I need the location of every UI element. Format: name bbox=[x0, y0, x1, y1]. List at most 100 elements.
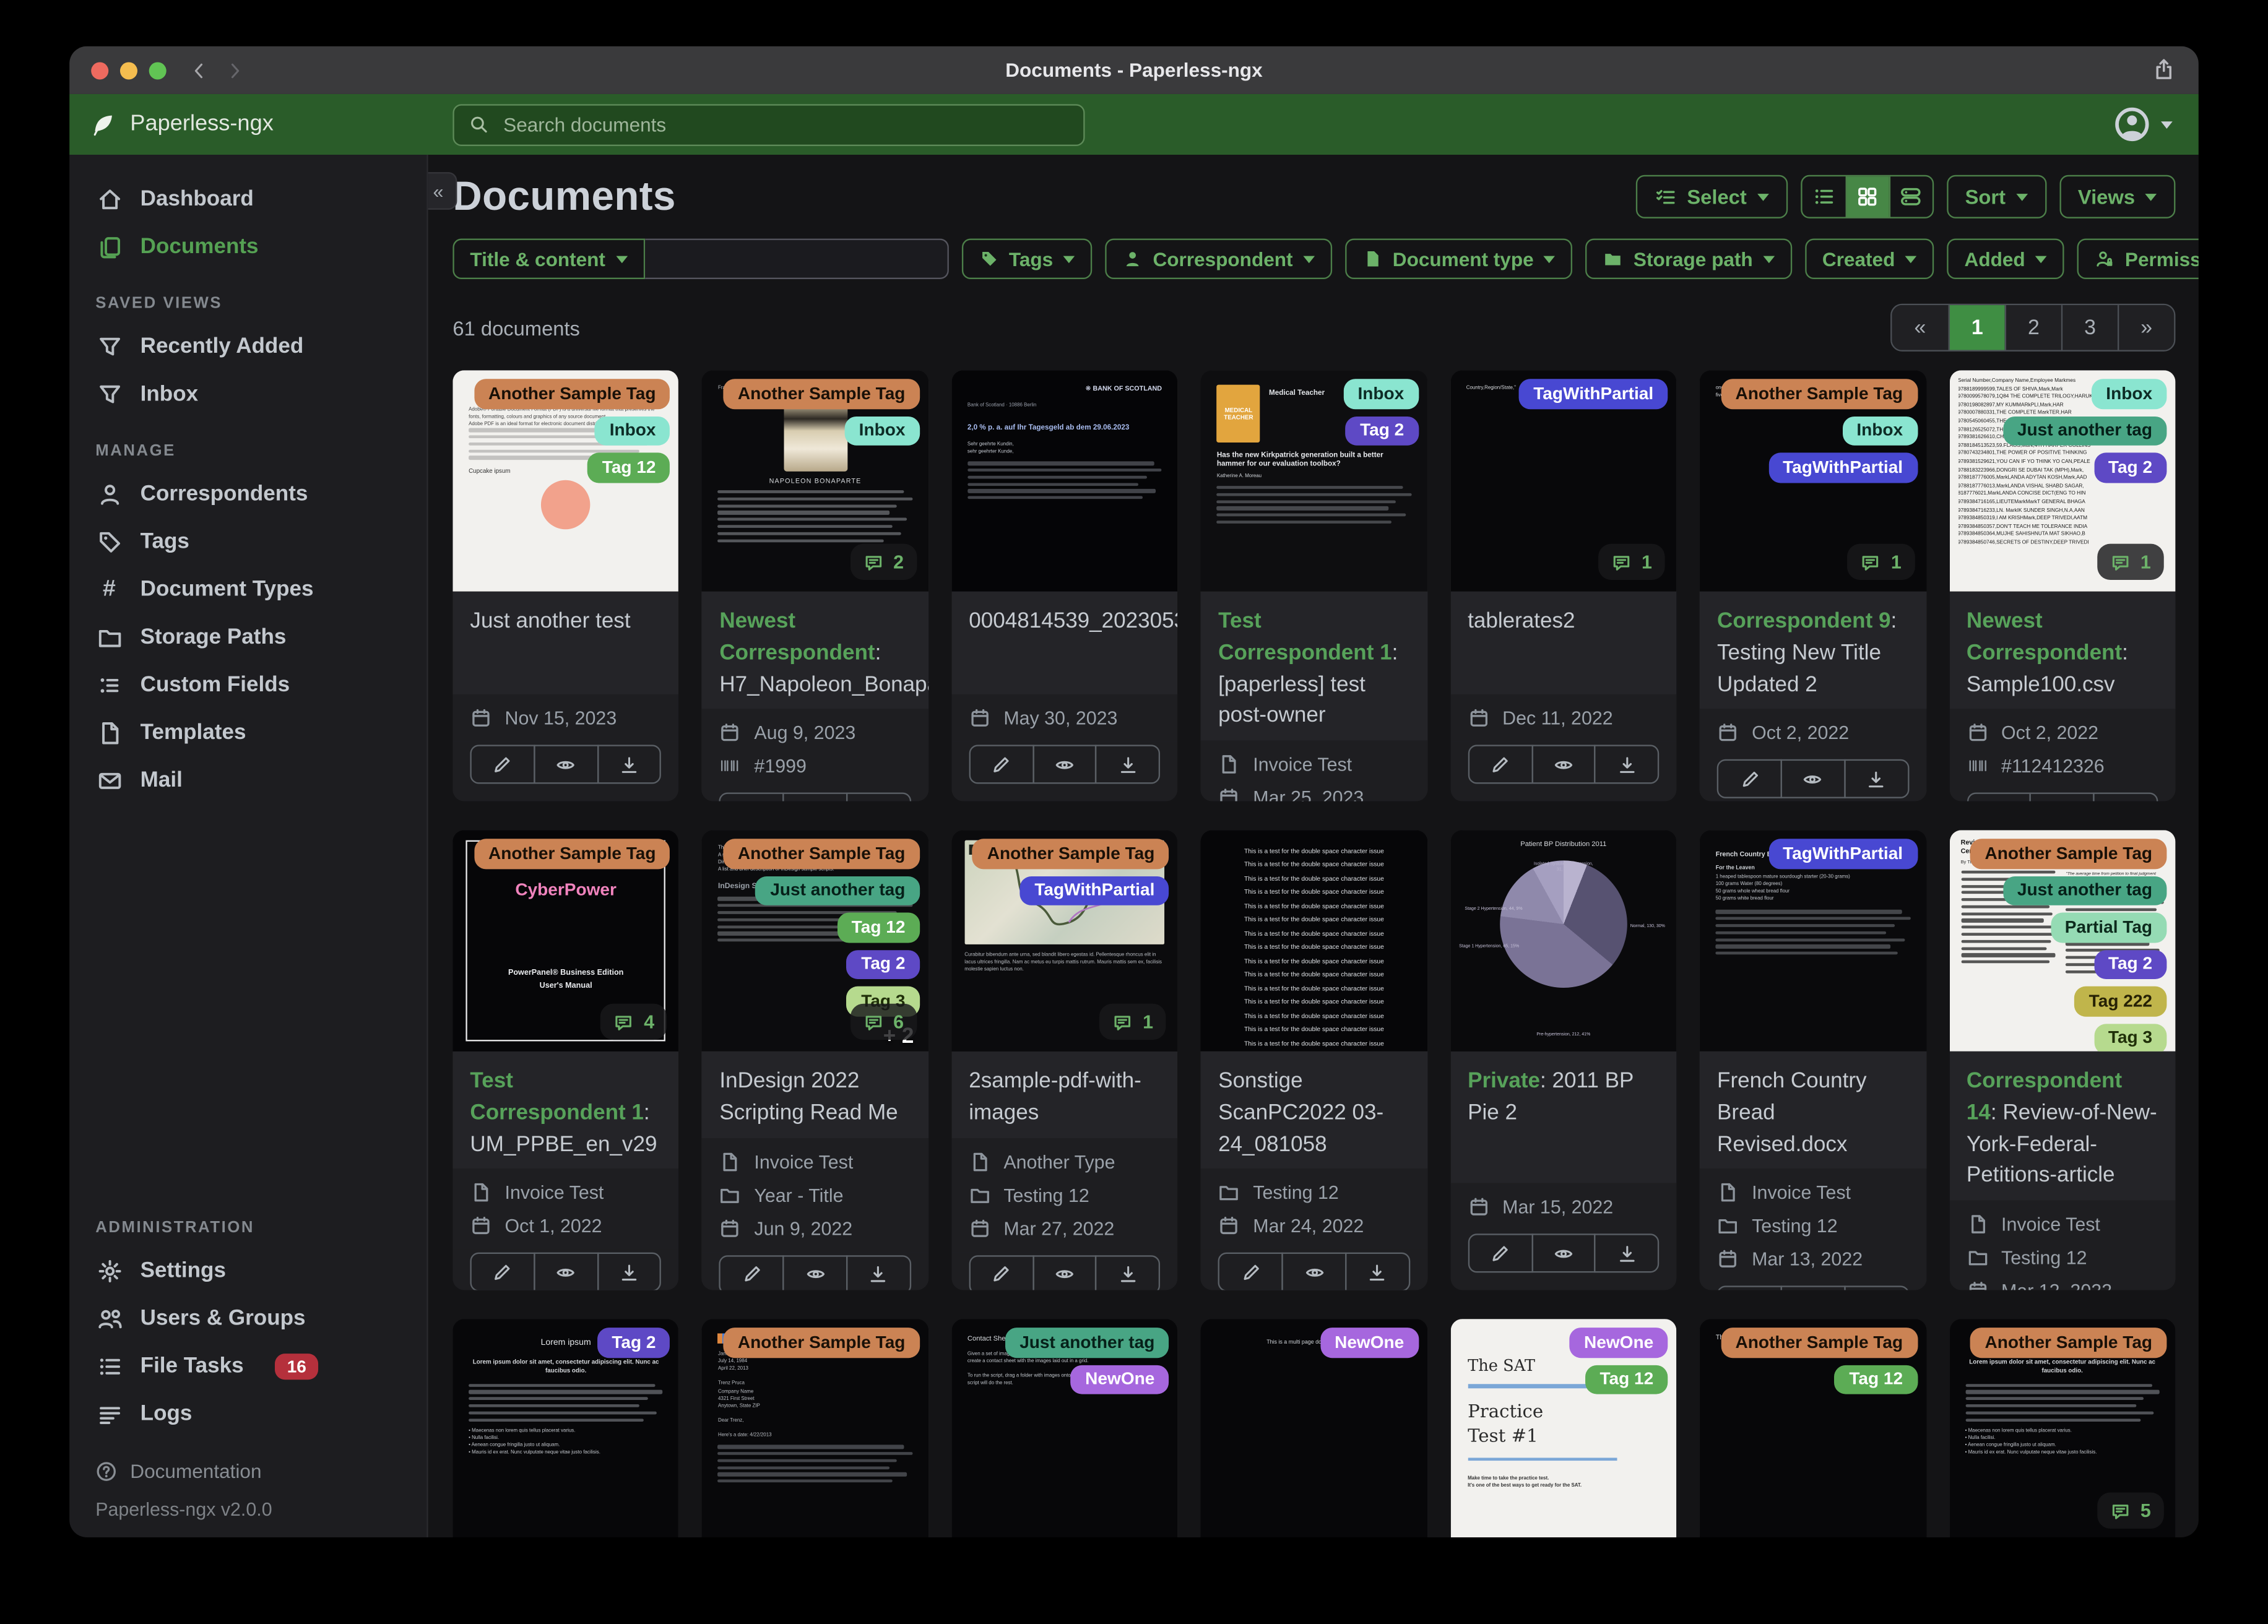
tag-pill[interactable]: Tag 2 bbox=[2093, 452, 2167, 483]
filter-created-button[interactable]: Created bbox=[1804, 238, 1934, 279]
tag-pill[interactable]: NewOne bbox=[1070, 1364, 1169, 1395]
document-card[interactable]: This is a multi page document. Page 1. N… bbox=[1201, 1319, 1427, 1537]
document-thumbnail[interactable]: French Country Bread For the Leaven 1 he… bbox=[1699, 830, 1926, 1052]
tag-pill[interactable]: Inbox bbox=[844, 416, 920, 446]
document-card[interactable]: Country,Region/State," TagWithPartial 1 … bbox=[1450, 370, 1677, 801]
document-title[interactable]: Correspondent 9: Testing New Title Updat… bbox=[1717, 606, 1908, 700]
comment-count-badge[interactable]: 1 bbox=[2097, 543, 2164, 581]
document-thumbnail[interactable]: This document contains the following: A … bbox=[702, 830, 928, 1052]
download-button[interactable] bbox=[846, 1255, 911, 1290]
download-button[interactable] bbox=[846, 793, 911, 801]
document-thumbnail[interactable]: Serial Number,Company Name,Employee Mark… bbox=[1949, 370, 2176, 592]
sidebar-item-inbox[interactable]: Inbox bbox=[69, 370, 426, 418]
edit-button[interactable] bbox=[1717, 1285, 1782, 1290]
tag-pill[interactable]: Another Sample Tag bbox=[972, 839, 1169, 869]
document-card[interactable]: French Country Bread For the Leaven 1 he… bbox=[1699, 830, 1926, 1290]
title-content-dropdown[interactable]: Title & content bbox=[452, 238, 645, 279]
document-card[interactable]: This is a test for the double space char… bbox=[1201, 830, 1427, 1290]
preview-button[interactable] bbox=[1531, 745, 1596, 784]
document-thumbnail[interactable]: Contact Sheet Demo Given a set of image … bbox=[951, 1319, 1178, 1537]
tag-pill[interactable]: Another Sample Tag bbox=[723, 379, 920, 409]
preview-button[interactable] bbox=[2030, 793, 2095, 801]
tag-pill[interactable]: Another Sample Tag bbox=[723, 839, 920, 869]
tag-pill[interactable]: Another Sample Tag bbox=[474, 839, 670, 869]
tag-pill[interactable]: Tag 12 bbox=[587, 452, 670, 483]
document-title[interactable]: 2sample-pdf-with-images bbox=[969, 1066, 1160, 1129]
tag-pill[interactable]: Inbox bbox=[2091, 379, 2167, 409]
tag-pill[interactable]: TagWithPartial bbox=[1518, 379, 1668, 409]
document-card[interactable]: Lorem ipsum Lorem ipsum dolor sit amet, … bbox=[1949, 1319, 2176, 1537]
tag-pill[interactable]: NewOne bbox=[1569, 1328, 1668, 1358]
sort-button[interactable]: Sort bbox=[1946, 175, 2046, 218]
filter-correspondent-button[interactable]: Correspondent bbox=[1105, 238, 1332, 279]
edit-button[interactable] bbox=[1218, 1253, 1283, 1290]
sidebar-collapse-button[interactable]: « bbox=[428, 172, 457, 210]
views-button[interactable]: Views bbox=[2059, 175, 2176, 218]
document-thumbnail[interactable]: The SAT Practice Test #1 Make time to ta… bbox=[1450, 1319, 1677, 1537]
download-button[interactable] bbox=[597, 1253, 662, 1290]
edit-button[interactable] bbox=[1966, 793, 2032, 801]
preview-button[interactable] bbox=[1281, 1253, 1347, 1290]
edit-button[interactable] bbox=[1468, 1233, 1533, 1273]
download-button[interactable] bbox=[1096, 1255, 1161, 1290]
comment-count-badge[interactable]: 1 bbox=[1847, 543, 1915, 581]
tag-pill[interactable]: Tag 2 bbox=[1345, 416, 1419, 446]
document-title[interactable]: Test Correspondent 1: UM_PPBE_en_v29 bbox=[470, 1066, 661, 1160]
tag-pill[interactable]: Just another tag bbox=[2002, 876, 2167, 906]
grid-view-button[interactable] bbox=[1845, 176, 1889, 217]
filter-tags-button[interactable]: Tags bbox=[961, 238, 1093, 279]
comment-count-badge[interactable]: 2 bbox=[850, 543, 917, 581]
download-button[interactable] bbox=[1594, 745, 1660, 784]
document-title[interactable]: Sonstige ScanPC2022 03-24_081058 bbox=[1218, 1066, 1409, 1160]
sidebar-item-document-types[interactable]: # Document Types bbox=[69, 566, 426, 613]
sidebar-item-documents[interactable]: Documents bbox=[69, 223, 426, 270]
document-title[interactable]: Correspondent 14: Review-of-New-York-Fed… bbox=[1967, 1066, 2158, 1191]
edit-button[interactable] bbox=[969, 1255, 1034, 1290]
document-thumbnail[interactable]: This is a multi page document. Page 1. N… bbox=[1201, 1319, 1427, 1537]
preview-button[interactable] bbox=[1780, 1285, 1846, 1290]
download-button[interactable] bbox=[1344, 1253, 1410, 1290]
user-menu[interactable] bbox=[2113, 106, 2173, 144]
preview-button[interactable] bbox=[1032, 745, 1097, 784]
tag-pill[interactable]: NewOne bbox=[1320, 1328, 1419, 1358]
title-content-input[interactable] bbox=[644, 238, 948, 279]
sidebar-item-templates[interactable]: Templates bbox=[69, 709, 426, 756]
document-title[interactable]: Newest Correspondent: Sample100.csv bbox=[1967, 606, 2158, 700]
share-icon[interactable] bbox=[2152, 58, 2175, 80]
sidebar-item-storage-paths[interactable]: Storage Paths bbox=[69, 613, 426, 661]
sidebar-item-logs[interactable]: Logs bbox=[69, 1390, 426, 1438]
document-thumbnail[interactable]: ❋ BANK OF SCOTLAND Bank of Scotland · 10… bbox=[951, 370, 1178, 592]
tag-pill[interactable]: Tag 12 bbox=[1834, 1364, 1918, 1395]
documentation-link[interactable]: Documentation bbox=[69, 1452, 426, 1490]
tag-pill[interactable]: Another Sample Tag bbox=[1970, 1328, 2167, 1358]
tag-pill[interactable]: Tag 2 bbox=[597, 1328, 670, 1358]
edit-button[interactable] bbox=[1468, 745, 1533, 784]
tag-pill[interactable]: TagWithPartial bbox=[1768, 839, 1918, 869]
comment-count-badge[interactable]: 5 bbox=[2097, 1492, 2164, 1529]
document-card[interactable]: Serial Number,Company Name,Employee Mark… bbox=[1949, 370, 2176, 801]
comment-count-badge[interactable]: 4 bbox=[600, 1003, 668, 1040]
filter-permissions-button[interactable]: Permissions bbox=[2077, 238, 2199, 279]
sidebar-item-mail[interactable]: Mail bbox=[69, 756, 426, 804]
tag-pill[interactable]: Inbox bbox=[1343, 379, 1419, 409]
tag-pill[interactable]: Tag 2 bbox=[2093, 949, 2167, 980]
document-thumbnail[interactable]: This is a test Another Sample TagTag 12 bbox=[1699, 1319, 1926, 1537]
document-title[interactable]: French Country Bread Revised.docx bbox=[1717, 1066, 1908, 1160]
edit-button[interactable] bbox=[969, 745, 1034, 784]
document-thumbnail[interactable]: This is a test for the double space char… bbox=[1201, 830, 1427, 1052]
download-button[interactable] bbox=[1843, 1285, 1909, 1290]
search-box[interactable] bbox=[452, 103, 1085, 145]
back-icon[interactable] bbox=[186, 57, 212, 83]
preview-button[interactable] bbox=[782, 793, 848, 801]
pagination-prev[interactable]: « bbox=[1892, 305, 1949, 350]
comment-count-badge[interactable]: 6 bbox=[850, 1003, 917, 1040]
document-title[interactable]: Newest Correspondent: H7_Napoleon_Bonapa… bbox=[719, 606, 928, 700]
tag-pill[interactable]: Tag 12 bbox=[837, 912, 920, 943]
document-card[interactable]: Patient BP Distribution 2011 Isolated Sy… bbox=[1450, 830, 1677, 1290]
sidebar-item-users-groups[interactable]: Users & Groups bbox=[69, 1294, 426, 1342]
preview-button[interactable] bbox=[1032, 1255, 1097, 1290]
tag-pill[interactable]: Just another tag bbox=[755, 876, 920, 906]
select-button[interactable]: Select bbox=[1636, 175, 1788, 218]
tag-pill[interactable]: Partial Tag bbox=[2050, 912, 2167, 943]
download-button[interactable] bbox=[1594, 1233, 1660, 1273]
